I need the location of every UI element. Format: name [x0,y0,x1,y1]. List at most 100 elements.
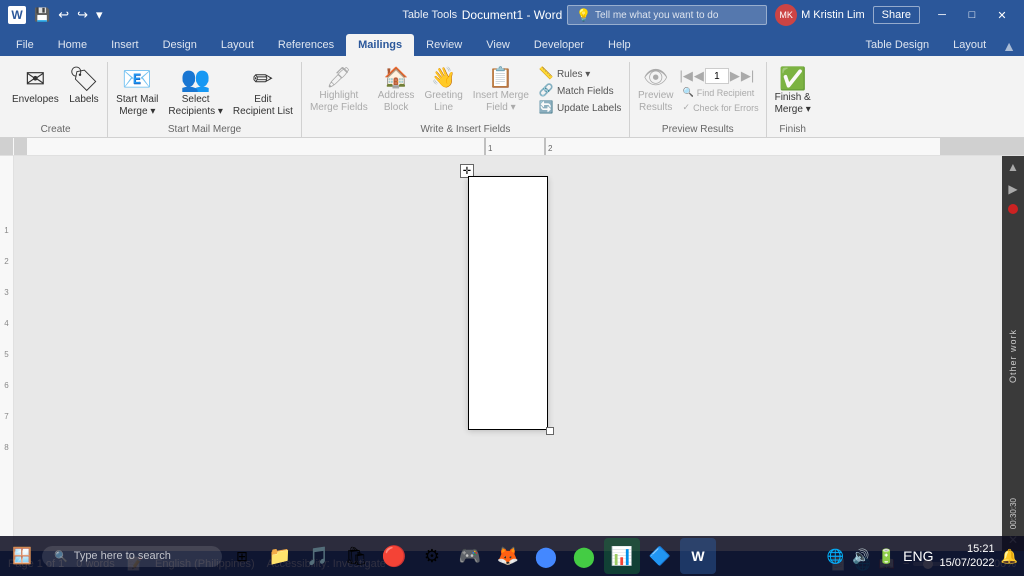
left-ruler: 1 2 3 4 5 6 7 8 [0,156,14,551]
start-button[interactable]: 🪟 [4,538,40,574]
ribbon-group-preview-results-content: 👁 PreviewResults |◀ ◀ ▶ ▶| 🔍 Find Recipi… [634,62,762,124]
highlight-merge-fields-icon: 🖊 [326,68,351,88]
undo-icon[interactable]: ↩ [56,5,71,25]
table-cell[interactable] [469,177,548,430]
edit-recipient-list-label: EditRecipient List [233,94,293,118]
document-table[interactable] [468,176,548,430]
window-controls: ─ □ ✕ [928,5,1016,25]
ribbon-group-start-mail-merge: 📧 Start MailMerge ▾ 👥 SelectRecipients ▾… [108,62,302,137]
greeting-line-icon: 👋 [431,68,456,88]
taskbar-clock[interactable]: 15:21 15/07/2022 [940,542,995,571]
tab-layout[interactable]: Layout [209,34,266,56]
envelopes-button[interactable]: ✉ Envelopes [8,66,63,107]
finish-merge-button[interactable]: ✅ Finish &Merge ▾ [771,66,815,118]
quick-access-toolbar: 💾 ↩ ↪ ▾ [32,5,105,25]
rules-icon: 📏 [538,67,554,79]
taskbar-app-excel[interactable]: 📊 [604,538,640,574]
start-mail-merge-button[interactable]: 📧 Start MailMerge ▾ [112,66,162,120]
battery-icon[interactable]: 🔋 [876,546,897,567]
search-icon: 💡 [576,8,591,22]
document-title: Document1 - Word [462,8,562,22]
preview-results-label: PreviewResults [638,90,674,114]
right-panel-expand-button[interactable]: ▲ [1003,156,1023,178]
tab-help[interactable]: Help [596,34,643,56]
taskbar-app-green[interactable]: ⬤ [566,538,602,574]
taskbar-app-store[interactable]: 🛍 [338,538,374,574]
taskbar-right: 🌐 🔊 🔋 ENG 15:21 15/07/2022 🔔 [825,542,1020,571]
rules-button[interactable]: 📏 Rules ▾ [535,66,625,82]
taskbar: 🪟 🔍 Type here to search ⊞ 📁 🎵 🛍 🔴 ⚙ 🎮 🦊 … [0,536,1024,576]
last-record-button[interactable]: ▶| [741,68,754,84]
taskbar-app-hex[interactable]: 🔷 [642,538,678,574]
task-view-button[interactable]: ⊞ [224,538,260,574]
ribbon-group-create-label: Create [8,124,103,137]
taskbar-app-explorer[interactable]: 📁 [262,538,298,574]
share-button[interactable]: Share [873,6,920,24]
user-info[interactable]: MK M Kristin Lim [775,4,865,26]
document-canvas[interactable]: ✛ [14,156,1002,551]
taskbar-app-circle[interactable]: ⬤ [528,538,564,574]
rules-label: Rules ▾ [557,69,590,80]
update-labels-icon: 🔄 [538,101,554,113]
ribbon-collapse-button[interactable]: ▲ [1002,38,1016,54]
select-recipients-button[interactable]: 👥 SelectRecipients ▾ [164,66,227,120]
greeting-line-button[interactable]: 👋 GreetingLine [420,66,466,116]
next-record-button[interactable]: ▶ [730,68,740,84]
labels-button[interactable]: 🏷 Labels [65,66,103,107]
tab-table-design[interactable]: Table Design [854,34,942,56]
tab-home[interactable]: Home [46,34,99,56]
check-for-errors-button[interactable]: ✓ Check for Errors [680,101,762,114]
taskbar-app-word[interactable]: W [680,538,716,574]
language-icon[interactable]: ENG [901,546,935,566]
table-resize-handle[interactable] [546,427,554,435]
ribbon-group-start-mail-merge-content: 📧 Start MailMerge ▾ 👥 SelectRecipients ▾… [112,62,297,124]
tab-insert[interactable]: Insert [99,34,151,56]
insert-merge-field-label: Insert MergeField ▾ [473,90,529,114]
save-icon[interactable]: 💾 [32,5,52,25]
tab-review[interactable]: Review [414,34,474,56]
preview-results-icon: 👁 [643,68,668,88]
close-button[interactable]: ✕ [988,5,1016,25]
highlight-merge-fields-button[interactable]: 🖊 HighlightMerge Fields [306,66,372,116]
restore-button[interactable]: □ [958,5,986,25]
first-record-button[interactable]: |◀ [680,68,693,84]
record-number-input[interactable] [705,68,729,84]
update-labels-button[interactable]: 🔄 Update Labels [535,100,625,116]
taskbar-app-music[interactable]: 🎵 [300,538,336,574]
title-bar-right: 💡 Tell me what you want to do MK M Krist… [567,4,1016,26]
match-fields-button[interactable]: 🔗 Match Fields [535,83,625,99]
right-panel-play-button[interactable]: ▶ [1004,178,1021,200]
taskbar-app-red[interactable]: 🔴 [376,538,412,574]
document-area: 1 2 3 4 5 6 7 8 ✛ ▲ ▶ Other work [0,156,1024,551]
redo-icon[interactable]: ↪ [75,5,90,25]
right-panel: ▲ ▶ Other work 00:30:30 ✕ [1002,156,1024,551]
title-bar: W 💾 ↩ ↪ ▾ Table Tools Document1 - Word 💡… [0,0,1024,30]
tab-mailings[interactable]: Mailings [346,34,414,56]
svg-text:1: 1 [488,144,493,153]
find-recipient-label: Find Recipient [697,88,755,98]
tab-references[interactable]: References [266,34,346,56]
network-icon[interactable]: 🌐 [825,546,846,567]
tab-file[interactable]: File [4,34,46,56]
tell-me-search[interactable]: 💡 Tell me what you want to do [567,5,767,25]
taskbar-search[interactable]: 🔍 Type here to search [42,546,222,567]
preview-results-button[interactable]: 👁 PreviewResults [634,66,678,116]
minimize-button[interactable]: ─ [928,5,956,25]
insert-merge-field-button[interactable]: 📋 Insert MergeField ▾ [469,66,533,116]
tab-developer[interactable]: Developer [522,34,596,56]
find-recipient-button[interactable]: 🔍 Find Recipient [680,86,762,99]
tab-view[interactable]: View [474,34,522,56]
prev-record-button[interactable]: ◀ [694,68,704,84]
envelopes-icon: ✉ [25,68,45,92]
document-page[interactable] [468,176,548,429]
taskbar-app-settings[interactable]: ⚙ [414,538,450,574]
taskbar-app-firefox[interactable]: 🦊 [490,538,526,574]
volume-icon[interactable]: 🔊 [850,546,871,567]
edit-recipient-list-button[interactable]: ✏ EditRecipient List [229,66,297,120]
notification-icon[interactable]: 🔔 [999,546,1020,567]
taskbar-app-game[interactable]: 🎮 [452,538,488,574]
customize-icon[interactable]: ▾ [94,5,105,25]
tab-table-layout[interactable]: Layout [941,34,998,56]
tab-design[interactable]: Design [151,34,209,56]
address-block-button[interactable]: 🏠 AddressBlock [374,66,419,116]
